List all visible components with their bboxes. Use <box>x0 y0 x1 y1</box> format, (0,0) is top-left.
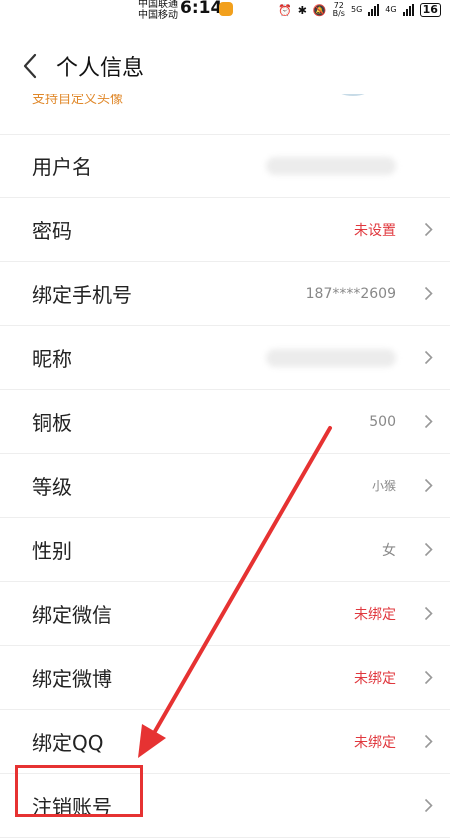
bluetooth-icon: ✱ <box>297 3 307 17</box>
annotation-highlight-box <box>15 765 143 817</box>
chevron-right-icon <box>420 542 436 558</box>
row-nickname[interactable]: 昵称 <box>0 326 450 390</box>
mute-icon: 🔕 <box>312 3 327 17</box>
row-value: 500 <box>369 413 396 430</box>
chevron-right-icon <box>420 286 436 302</box>
page-title: 个人信息 <box>56 56 145 81</box>
chevron-right-icon <box>420 222 436 238</box>
network-type-2: 4G <box>385 5 397 14</box>
signal-bars-1-icon <box>368 4 380 16</box>
chevron-right-icon <box>420 734 436 750</box>
battery-level: 16 <box>419 3 441 17</box>
row-value: 未绑定 <box>354 606 396 623</box>
row-value: 小猴 <box>371 479 396 493</box>
username-value-blurred <box>266 156 396 175</box>
network-speed: 72 B/s <box>333 2 345 18</box>
row-level[interactable]: 等级 小猴 <box>0 454 450 518</box>
row-username[interactable]: 用户名 <box>0 134 450 198</box>
nickname-value-blurred <box>266 348 396 367</box>
status-time: 6:14 <box>180 0 223 18</box>
avatar[interactable] <box>318 94 388 96</box>
settings-list: 用户名 密码 未设置 绑定手机号 187****2609 昵称 铜板 500 等… <box>0 134 450 838</box>
back-button[interactable] <box>0 38 60 94</box>
status-bar: 中国联通 中国移动 6:14 ⏰ ✱ 🔕 72 B/s 5G 4G 16 <box>0 0 450 24</box>
app-notification-icon <box>219 2 233 16</box>
row-bind-weibo[interactable]: 绑定微博 未绑定 <box>0 646 450 710</box>
row-label: 绑定手机号 <box>32 283 132 307</box>
status-icons: ⏰ ✱ 🔕 72 B/s 5G 4G 16 <box>278 0 441 20</box>
page-header: 个人信息 <box>0 38 450 94</box>
chevron-right-icon <box>420 478 436 494</box>
row-gender[interactable]: 性别 女 <box>0 518 450 582</box>
avatar-row[interactable]: 支持自定义头像 <box>0 94 450 135</box>
carrier-labels: 中国联通 中国移动 <box>138 0 178 21</box>
row-label: 用户名 <box>32 155 92 179</box>
chevron-right-icon <box>420 606 436 622</box>
row-value: 未绑定 <box>354 734 396 751</box>
row-label: 昵称 <box>32 347 72 371</box>
network-type-1: 5G <box>350 5 363 14</box>
chevron-left-icon <box>23 53 37 79</box>
row-bind-wechat[interactable]: 绑定微信 未绑定 <box>0 582 450 646</box>
row-phone[interactable]: 绑定手机号 187****2609 <box>0 262 450 326</box>
row-password[interactable]: 密码 未设置 <box>0 198 450 262</box>
chevron-right-icon <box>420 798 436 814</box>
row-label: 等级 <box>32 475 72 499</box>
avatar-hint: 支持自定义头像 <box>32 94 124 107</box>
carrier-2: 中国移动 <box>138 10 178 21</box>
row-label: 绑定微信 <box>32 603 112 627</box>
row-coins[interactable]: 铜板 500 <box>0 390 450 454</box>
alarm-icon: ⏰ <box>278 3 292 17</box>
row-label: 绑定微博 <box>32 667 112 691</box>
row-label: 绑定QQ <box>32 731 104 755</box>
row-label: 铜板 <box>32 411 72 435</box>
row-value: 未绑定 <box>354 670 396 687</box>
row-value: 女 <box>382 542 396 559</box>
row-label: 密码 <box>32 219 72 243</box>
signal-bars-2-icon <box>402 4 414 16</box>
row-value: 未设置 <box>354 222 396 239</box>
chevron-right-icon <box>420 414 436 430</box>
chevron-right-icon <box>420 350 436 366</box>
speed-unit: B/s <box>332 9 345 18</box>
row-value: 187****2609 <box>305 285 396 302</box>
chevron-right-icon <box>420 670 436 686</box>
row-label: 性别 <box>32 539 72 563</box>
carrier-1: 中国联通 <box>138 0 178 10</box>
